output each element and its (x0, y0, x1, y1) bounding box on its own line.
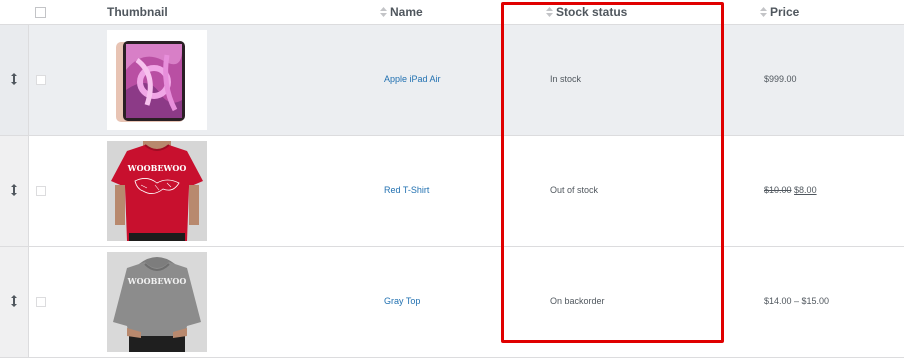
drag-handle-icon[interactable] (9, 295, 19, 307)
product-price: $10.00 $8.00 (764, 185, 817, 195)
drag-handle-icon[interactable] (9, 184, 19, 196)
row-checkbox[interactable] (36, 297, 46, 307)
sort-icon (546, 7, 553, 17)
product-name-link[interactable]: Red T-Shirt (384, 185, 429, 195)
drag-handle-cell[interactable] (0, 247, 29, 357)
row-checkbox[interactable] (36, 186, 46, 196)
table-row: WOOBEWOO Red T-Shirt Out of stock $10.00… (0, 136, 904, 247)
table-header: Thumbnail Name Stock status Price (0, 0, 904, 25)
select-all-checkbox[interactable] (35, 7, 46, 18)
product-price: $999.00 (764, 74, 797, 84)
red-tshirt-thumbnail: WOOBEWOO (107, 141, 207, 241)
stock-status: Out of stock (550, 185, 599, 195)
product-name-link[interactable]: Gray Top (384, 296, 420, 306)
table-row: WOOBEWOO Gray Top On backorder $14.00 – … (0, 247, 904, 358)
table-row: Apple iPad Air In stock $999.00 (0, 25, 904, 136)
column-header-stock-status-label: Stock status (556, 5, 628, 19)
column-header-price[interactable]: Price (760, 5, 799, 19)
regular-price: $10.00 (764, 185, 792, 195)
sale-price: $8.00 (794, 185, 817, 195)
stock-status: In stock (550, 74, 582, 84)
drag-handle-icon[interactable] (9, 73, 19, 85)
product-name-link[interactable]: Apple iPad Air (384, 74, 441, 84)
product-thumbnail[interactable]: WOOBEWOO (107, 141, 207, 241)
product-thumbnail[interactable] (107, 30, 207, 130)
ipad-air-thumbnail (107, 30, 207, 130)
shirt-print-text: WOOBEWOO (127, 276, 187, 286)
row-checkbox[interactable] (36, 75, 46, 85)
drag-handle-cell[interactable] (0, 25, 29, 135)
stock-status: On backorder (550, 296, 605, 306)
gray-hoodie-thumbnail: WOOBEWOO (107, 252, 207, 352)
column-header-name-label: Name (390, 5, 423, 19)
sort-icon (760, 7, 767, 17)
product-price: $14.00 – $15.00 (764, 296, 830, 306)
shirt-print-text: WOOBEWOO (127, 163, 187, 173)
column-header-thumbnail: Thumbnail (107, 5, 168, 19)
sort-icon (380, 7, 387, 17)
drag-handle-cell[interactable] (0, 136, 29, 246)
column-header-stock-status[interactable]: Stock status (546, 5, 627, 19)
column-header-price-label: Price (770, 5, 800, 19)
column-header-name[interactable]: Name (380, 5, 423, 19)
products-table: Thumbnail Name Stock status Price Apple … (0, 0, 904, 359)
product-thumbnail[interactable]: WOOBEWOO (107, 252, 207, 352)
